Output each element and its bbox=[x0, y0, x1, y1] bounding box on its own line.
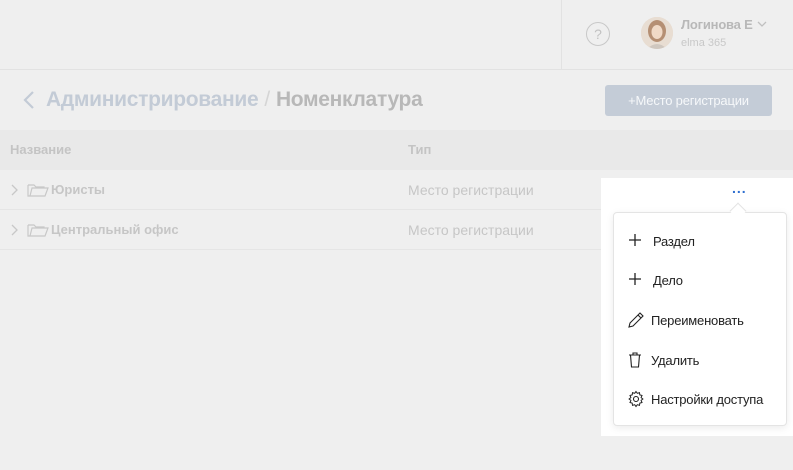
app-page: ? Логинова Е elma 365 Администрирование /… bbox=[0, 0, 793, 470]
row-type: Место регистрации bbox=[408, 222, 534, 238]
avatar[interactable] bbox=[641, 17, 673, 49]
table-header: Название Тип bbox=[0, 130, 793, 170]
user-name[interactable]: Логинова Е bbox=[681, 17, 753, 32]
menu-item-add-section[interactable]: Раздел bbox=[614, 225, 786, 257]
row-name[interactable]: Центральный офис bbox=[51, 222, 179, 237]
menu-item-label: Настройки доступа bbox=[651, 392, 764, 407]
add-registration-place-button[interactable]: +Место регистрации bbox=[605, 85, 772, 116]
trash-icon bbox=[629, 352, 641, 368]
folder-icon bbox=[27, 224, 49, 237]
top-bar: ? Логинова Е elma 365 bbox=[0, 0, 793, 70]
column-header-name[interactable]: Название bbox=[10, 142, 71, 157]
breadcrumb: Администрирование / Номенклатура bbox=[46, 88, 423, 112]
pencil-icon bbox=[628, 312, 644, 328]
menu-item-access-settings[interactable]: Настройки доступа bbox=[614, 383, 786, 415]
breadcrumb-separator: / bbox=[264, 88, 270, 111]
menu-item-label: Дело bbox=[653, 273, 683, 288]
menu-item-rename[interactable]: Переименовать bbox=[614, 304, 786, 336]
column-header-type[interactable]: Тип bbox=[408, 142, 431, 157]
chevron-left-icon[interactable] bbox=[22, 90, 36, 110]
question-circle-icon[interactable]: ? bbox=[586, 22, 610, 46]
user-company: elma 365 bbox=[681, 37, 727, 49]
plus-icon bbox=[629, 273, 641, 285]
menu-item-label: Переименовать bbox=[651, 313, 744, 328]
plus-icon bbox=[629, 234, 641, 246]
row-type: Место регистрации bbox=[408, 182, 534, 198]
menu-item-label: Удалить bbox=[651, 353, 700, 368]
chevron-right-icon[interactable] bbox=[10, 224, 18, 236]
row-name[interactable]: Юристы bbox=[51, 182, 105, 197]
menu-item-add-case[interactable]: Дело bbox=[614, 264, 786, 296]
top-bar-divider bbox=[561, 0, 562, 70]
breadcrumb-parent[interactable]: Администрирование bbox=[46, 88, 259, 111]
chevron-down-icon[interactable] bbox=[757, 20, 767, 28]
page-title: Номенклатура bbox=[275, 88, 423, 111]
menu-item-delete[interactable]: Удалить bbox=[614, 344, 786, 376]
chevron-right-icon[interactable] bbox=[10, 184, 18, 196]
gear-icon bbox=[628, 390, 644, 408]
context-menu: Раздел Дело Переименовать Удалить Настро… bbox=[613, 212, 787, 426]
folder-icon bbox=[27, 184, 49, 197]
menu-item-label: Раздел bbox=[653, 234, 695, 249]
more-actions-button[interactable]: ... bbox=[732, 180, 747, 196]
